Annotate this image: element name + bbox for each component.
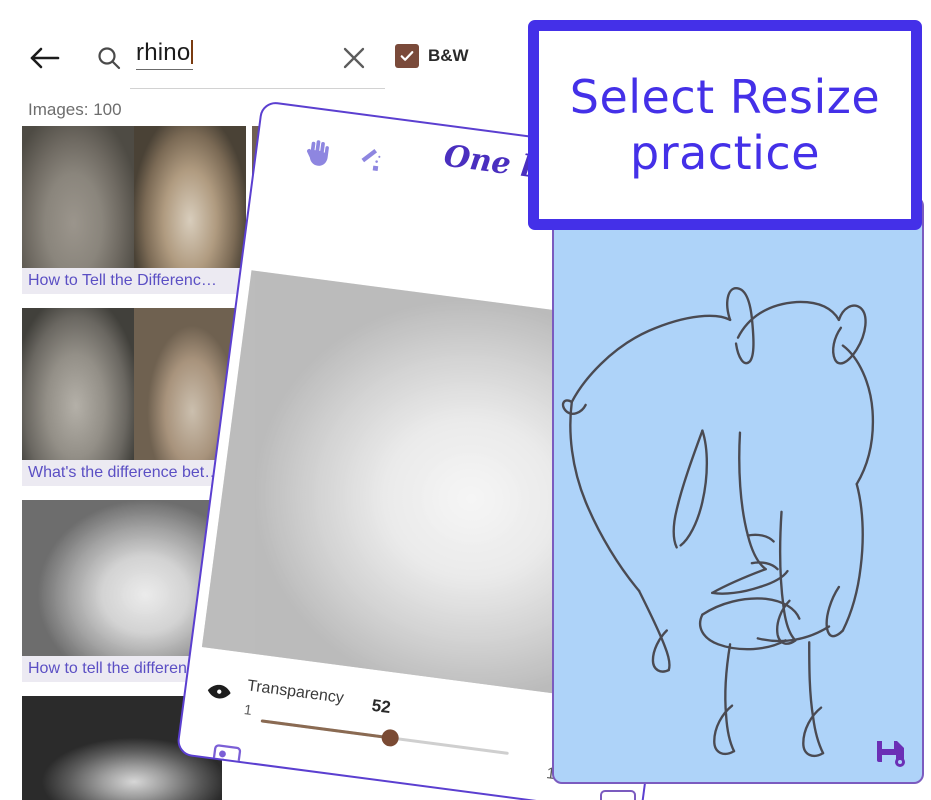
bw-filter-toggle[interactable]: B&W: [395, 44, 469, 68]
clear-search-button[interactable]: [340, 44, 368, 72]
search-input[interactable]: rhino: [136, 38, 336, 80]
slider-fill: [260, 719, 390, 740]
bw-filter-label: B&W: [428, 46, 469, 65]
save-icon[interactable]: [874, 738, 908, 770]
editor-toolbar: [302, 136, 385, 176]
callout-line-2: practice: [630, 126, 820, 180]
results-count: Images: 100: [28, 100, 122, 119]
slider-thumb[interactable]: [380, 728, 400, 748]
search-input-value: rhino: [136, 39, 191, 66]
magic-wand-icon[interactable]: [353, 143, 385, 176]
one-line-rhino-drawing: [561, 287, 875, 757]
transparency-min: 1: [243, 701, 253, 719]
search-icon[interactable]: [96, 45, 122, 71]
drawing-canvas[interactable]: [552, 196, 924, 784]
transparency-slider[interactable]: [260, 719, 509, 755]
app-screen: rhino B&W Images: 100 How to Tell the Di…: [0, 0, 931, 800]
result-caption: How to Tell the Differenc…: [22, 268, 246, 294]
eye-icon[interactable]: [205, 680, 233, 703]
transparency-label: Transparency: [246, 677, 345, 707]
search-field-underline: [130, 88, 385, 89]
result-thumbnail[interactable]: How to Tell the Differenc…: [22, 126, 246, 294]
bw-checkbox[interactable]: [395, 44, 419, 68]
back-arrow-icon[interactable]: [28, 44, 62, 72]
transparency-value: 52: [370, 695, 392, 718]
instruction-callout: Select Resize practice: [528, 20, 922, 230]
result-thumbnail[interactable]: What's the difference bet…: [22, 308, 246, 486]
bottom-tool-chip[interactable]: [600, 790, 636, 800]
callout-line-1: Select Resize: [569, 69, 881, 124]
hand-icon[interactable]: [302, 136, 334, 169]
text-caret: [191, 40, 194, 64]
